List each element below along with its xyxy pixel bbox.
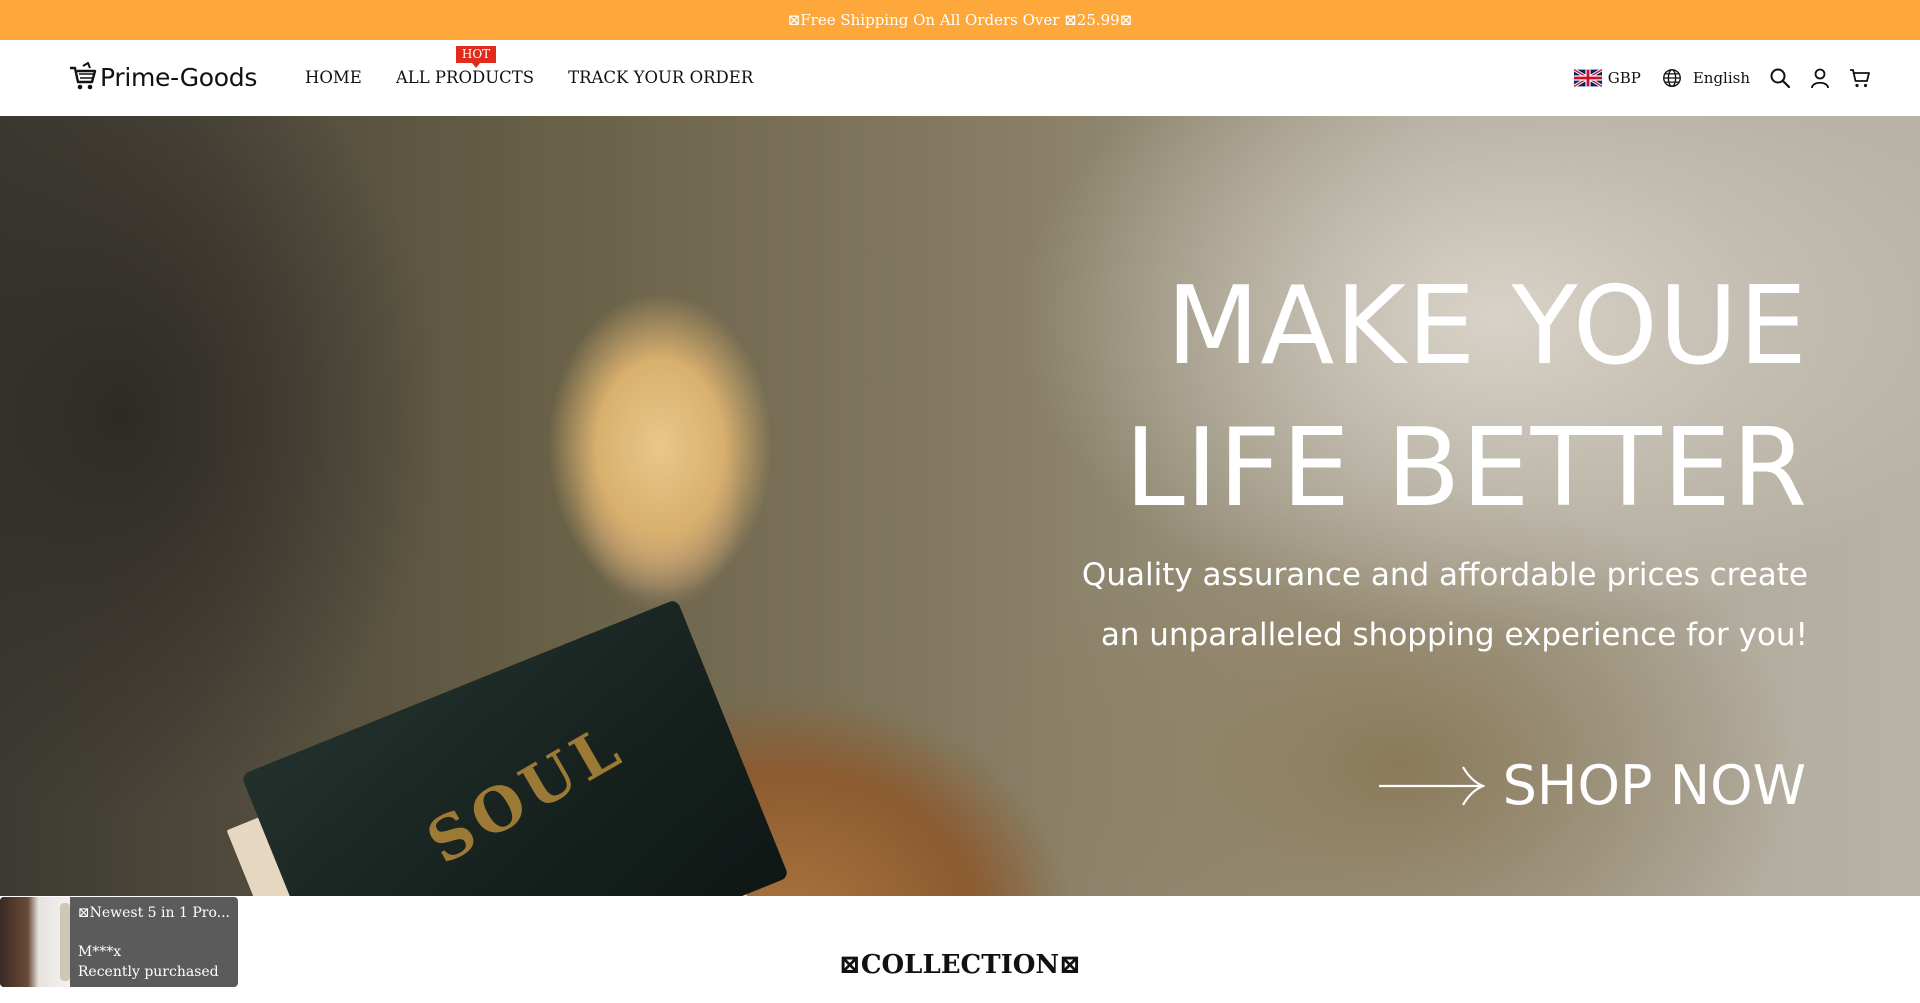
- language-selector[interactable]: English: [1693, 69, 1750, 87]
- uk-flag-icon[interactable]: [1573, 69, 1602, 87]
- collection-heading: ⊠COLLECTION⊠: [839, 950, 1081, 980]
- header-utilities: GBP English: [1573, 64, 1872, 92]
- hero-banner[interactable]: SOUL MAKE YOUE LIFE BETTER Quality assur…: [0, 116, 1920, 896]
- shop-now-button[interactable]: SHOP NOW: [1378, 754, 1806, 817]
- nav-track-order[interactable]: TRACK YOUR ORDER: [568, 68, 753, 87]
- search-icon[interactable]: [1768, 66, 1792, 90]
- currency-selector[interactable]: GBP: [1608, 69, 1641, 87]
- logo-text: Prime-Goods: [100, 62, 258, 92]
- globe-icon[interactable]: [1661, 67, 1683, 89]
- hero-headline-line2: LIFE BETTER: [1124, 406, 1808, 531]
- popup-product-name: ⊠Newest 5 in 1 Pro...: [77, 905, 230, 921]
- shop-now-label: SHOP NOW: [1502, 754, 1806, 817]
- hero-subtitle-line2: an unparalleled shopping experience for …: [1100, 617, 1808, 653]
- hero-book-image: SOUL: [240, 598, 790, 896]
- book-cover-text: SOUL: [415, 710, 637, 879]
- nav-all-products-label: ALL PRODUCTS: [395, 68, 535, 87]
- hero-text-block: MAKE YOUE LIFE BETTER Quality assurance …: [1082, 256, 1808, 660]
- announcement-bar: ⊠Free Shipping On All Orders Over ⊠25.99…: [0, 0, 1920, 40]
- site-header: Prime-Goods HOME ALL PRODUCTS HOT TRACK …: [0, 40, 1920, 116]
- account-icon[interactable]: [1808, 66, 1832, 90]
- main-nav: HOME ALL PRODUCTS HOT TRACK YOUR ORDER: [305, 46, 753, 87]
- hero-headline-line1: MAKE YOUE: [1166, 264, 1808, 389]
- nav-all-products[interactable]: ALL PRODUCTS HOT: [395, 46, 535, 87]
- arrow-right-icon: [1378, 765, 1485, 806]
- hot-badge: HOT: [455, 46, 497, 68]
- announcement-text: ⊠Free Shipping On All Orders Over ⊠25.99…: [787, 11, 1133, 29]
- hero-subtitle-line1: Quality assurance and affordable prices …: [1081, 557, 1808, 593]
- cart-logo-icon: [70, 62, 97, 90]
- nav-home[interactable]: HOME: [305, 68, 362, 87]
- logo[interactable]: Prime-Goods: [68, 62, 257, 92]
- cart-icon[interactable]: [1848, 66, 1872, 90]
